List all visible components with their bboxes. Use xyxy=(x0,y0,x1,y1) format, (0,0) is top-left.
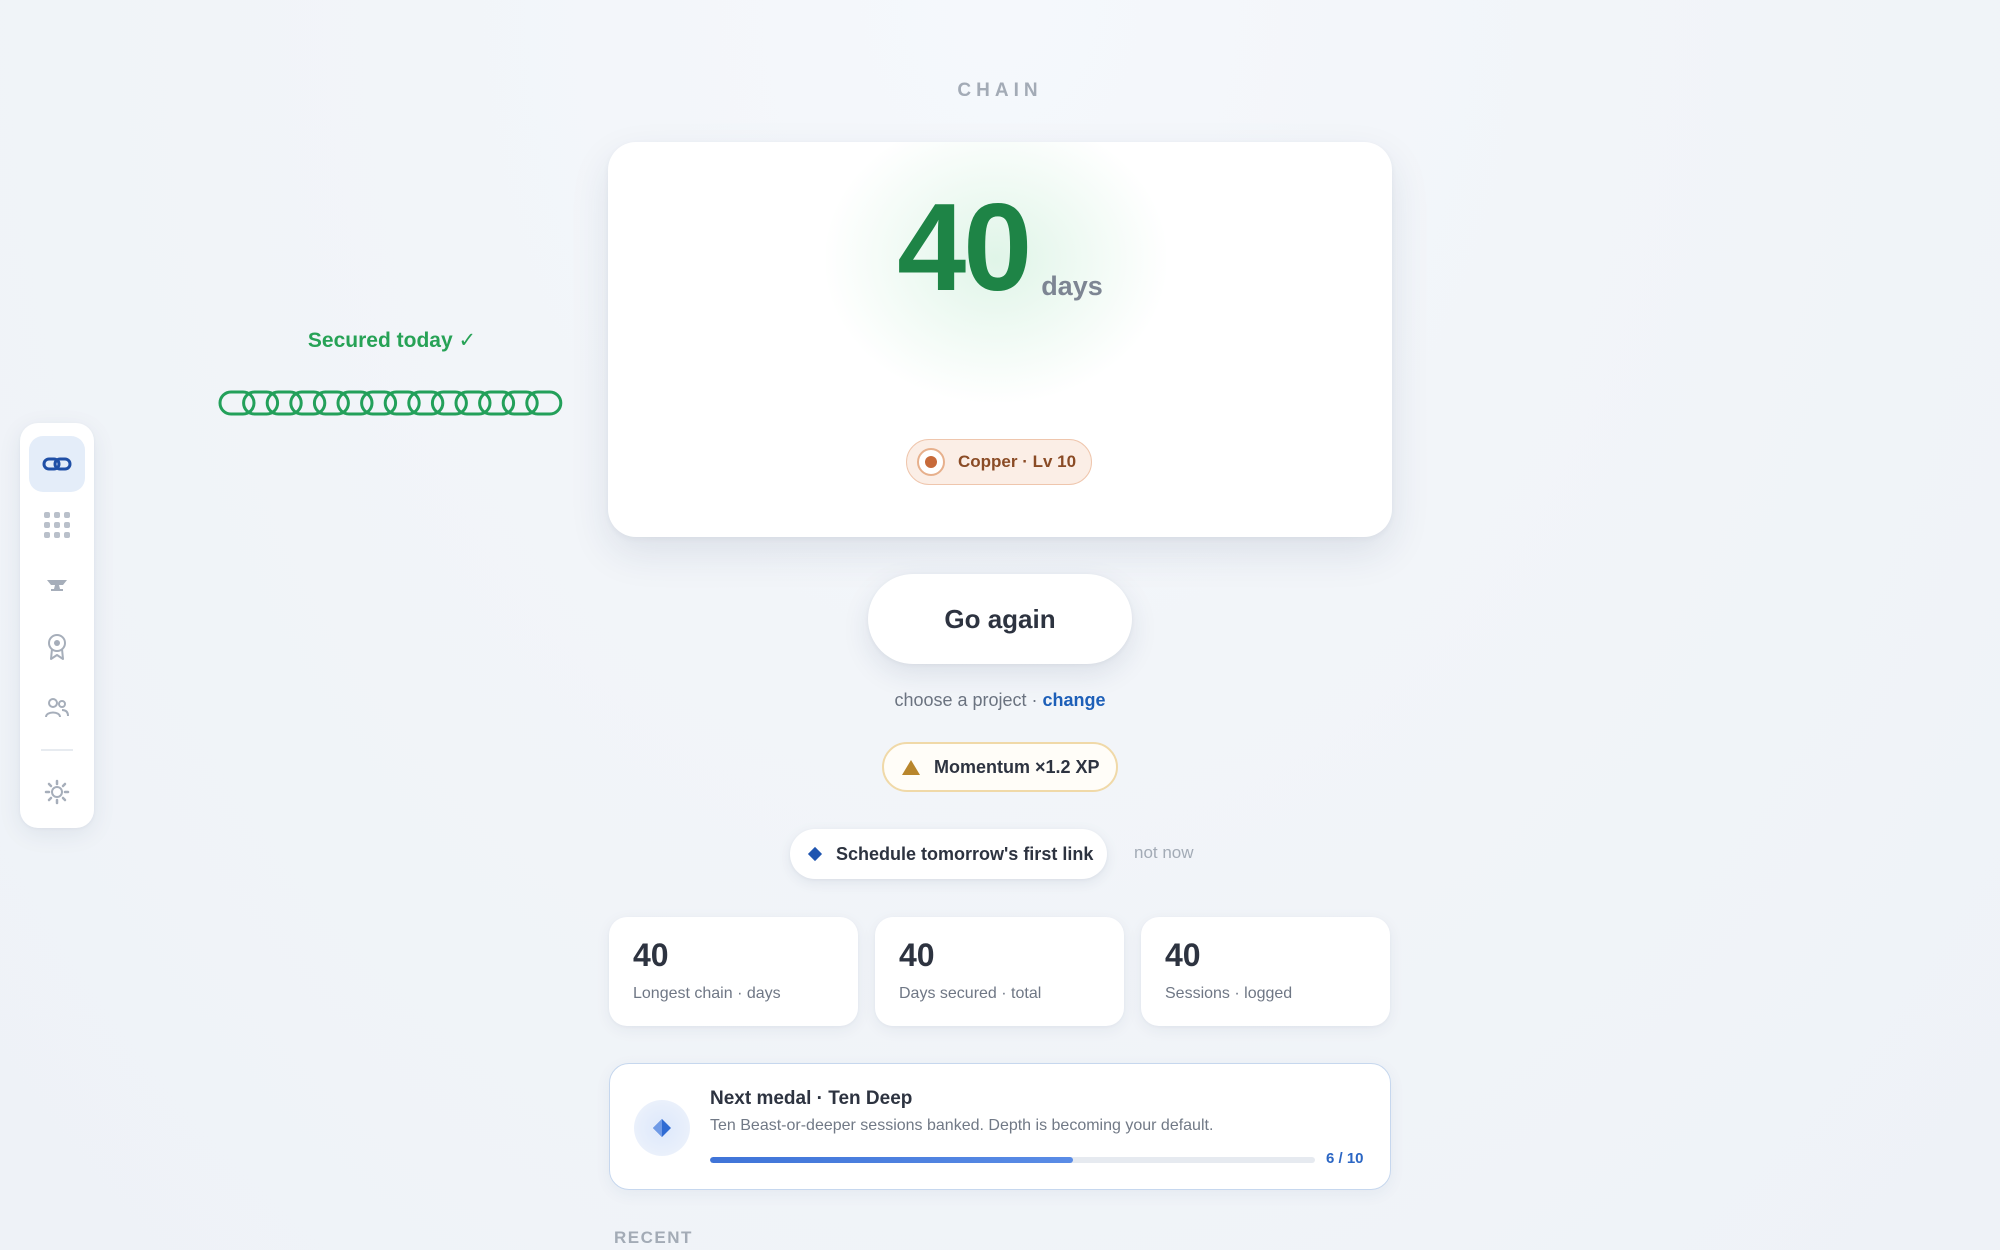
schedule-label: Schedule tomorrow's first link xyxy=(836,843,1094,864)
chain-link xyxy=(525,390,563,416)
momentum-badge: Momentum ×1.2 XP xyxy=(882,742,1118,792)
medal-progress-text: 6 / 10 xyxy=(1326,1150,1364,1167)
streak-unit: days xyxy=(1041,271,1103,301)
streak-count: 40 days xyxy=(608,186,1392,310)
project-selector: choose a project · change xyxy=(0,690,2000,711)
sidebar-nav xyxy=(20,423,94,828)
sidebar-item-grid[interactable] xyxy=(29,497,85,553)
level-badge: Copper · Lv 10 xyxy=(906,439,1092,485)
copper-medal-icon xyxy=(917,448,945,476)
stat-label: Longest chain · days xyxy=(633,985,781,1002)
not-now-button[interactable]: not now xyxy=(1134,843,1194,863)
next-medal-title: Next medal · Ten Deep xyxy=(710,1088,913,1109)
sidebar-item-chain[interactable] xyxy=(29,436,85,492)
medal-icon xyxy=(48,634,66,660)
page-heading: CHAIN xyxy=(957,80,1043,101)
streak-value: 40 xyxy=(897,179,1032,317)
stat-value: 40 xyxy=(899,937,935,973)
stat-card-longest-chain: 40 Longest chain · days xyxy=(609,917,858,1026)
gear-icon xyxy=(44,779,70,805)
medal-progress-fill xyxy=(710,1157,1073,1163)
diamond-icon xyxy=(807,846,823,862)
recent-heading: RECENT xyxy=(614,1228,693,1247)
next-medal-card[interactable]: Next medal · Ten Deep Ten Beast-or-deepe… xyxy=(609,1063,1391,1190)
change-project-link[interactable]: change xyxy=(1043,690,1106,710)
schedule-button[interactable]: Schedule tomorrow's first link xyxy=(790,829,1107,879)
stat-value: 40 xyxy=(1165,937,1201,973)
project-prompt: choose a project · xyxy=(894,690,1038,710)
chain-link-icon xyxy=(42,457,72,471)
level-badge-label: Copper · Lv 10 xyxy=(958,452,1077,471)
stat-card-sessions: 40 Sessions · logged xyxy=(1141,917,1390,1026)
stat-label: Sessions · logged xyxy=(1165,985,1293,1002)
secured-status: Secured today ✓ xyxy=(307,329,477,352)
sidebar-item-medals[interactable] xyxy=(29,619,85,675)
next-medal-description: Ten Beast-or-deeper sessions banked. Dep… xyxy=(710,1117,1214,1134)
momentum-label: Momentum ×1.2 XP xyxy=(934,756,1100,777)
grid-dots-icon xyxy=(44,512,70,538)
chain-links xyxy=(0,388,784,423)
anvil-icon xyxy=(47,580,67,591)
triangle-icon xyxy=(902,759,920,775)
sidebar-divider xyxy=(41,749,73,751)
sidebar-item-settings[interactable] xyxy=(29,764,85,820)
diamond-medal-icon xyxy=(634,1100,690,1156)
stat-value: 40 xyxy=(633,937,669,973)
chain-links-graphic xyxy=(218,390,563,416)
medal-progress-bar xyxy=(710,1157,1315,1163)
sidebar-item-anvil[interactable] xyxy=(29,558,85,614)
stat-label: Days secured · total xyxy=(899,985,1042,1002)
stat-card-days-secured: 40 Days secured · total xyxy=(875,917,1124,1026)
go-again-button[interactable]: Go again xyxy=(868,574,1132,664)
